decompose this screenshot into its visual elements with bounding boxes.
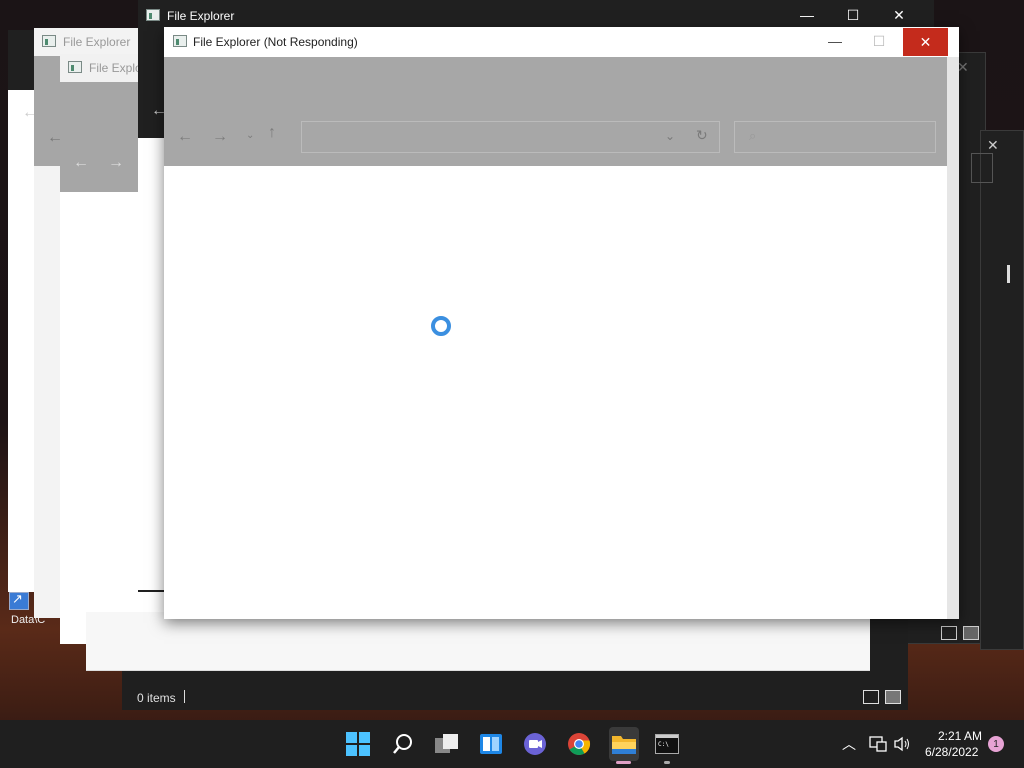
- status-item-count: 0 items: [137, 691, 176, 705]
- search-button[interactable]: [389, 730, 417, 758]
- folder-icon: [612, 736, 636, 754]
- windows-logo-icon: [346, 732, 370, 756]
- maximize-button[interactable]: ☐: [856, 28, 902, 54]
- view-tiles-icon[interactable]: [963, 626, 979, 640]
- back-arrow-icon[interactable]: ←: [177, 128, 193, 146]
- chrome-icon: [568, 733, 591, 755]
- task-view-icon: [435, 734, 458, 753]
- recent-locations-chevron-icon[interactable]: ⌄: [246, 130, 254, 141]
- address-bar[interactable]: ⌄ ↻: [301, 121, 720, 153]
- close-icon[interactable]: ✕: [987, 137, 999, 154]
- loading-spinner: [431, 316, 451, 336]
- teams-chat-button[interactable]: [521, 730, 549, 758]
- refresh-icon[interactable]: ↻: [696, 127, 708, 144]
- chrome-button[interactable]: [565, 730, 593, 758]
- terminal-button[interactable]: C:\: [653, 730, 681, 758]
- right-border-strip: [947, 57, 959, 619]
- explorer-window-back-4: [86, 612, 870, 671]
- content-area: [138, 138, 164, 590]
- shortcut-arrow-icon: ↗: [12, 591, 23, 606]
- forward-arrow-icon[interactable]: →: [212, 128, 228, 146]
- terminal-icon: C:\: [655, 734, 679, 754]
- forward-arrow-icon[interactable]: →: [108, 154, 124, 172]
- notification-count: 1: [993, 738, 999, 750]
- window-title: File Explo: [89, 61, 142, 75]
- minimize-button[interactable]: —: [784, 2, 830, 28]
- back-arrow-icon[interactable]: ←: [73, 154, 89, 172]
- explorer-window-not-responding: File Explorer (Not Responding) — ☐ ✕ ← →…: [164, 27, 959, 619]
- running-app-indicator: [664, 761, 670, 764]
- task-view-button[interactable]: [433, 730, 461, 758]
- chat-icon: [524, 733, 546, 755]
- widgets-icon: [480, 734, 502, 754]
- view-details-icon[interactable]: [941, 626, 957, 640]
- network-icon[interactable]: [869, 736, 887, 752]
- file-explorer-app-icon: [42, 35, 56, 47]
- search-box[interactable]: ⌕: [734, 121, 936, 153]
- file-explorer-app-icon: [173, 35, 187, 47]
- window-title: File Explorer: [63, 35, 131, 49]
- file-explorer-button[interactable]: [609, 727, 639, 761]
- background-window-dark-far-right: ✕: [971, 130, 1024, 650]
- up-arrow-icon[interactable]: ↑: [268, 124, 276, 142]
- file-explorer-app-icon: [68, 61, 82, 73]
- close-button[interactable]: ✕: [876, 2, 922, 28]
- show-hidden-icons-chevron-icon[interactable]: ︿: [842, 734, 856, 754]
- clock-date[interactable]: 6/28/2022: [925, 745, 978, 759]
- scrollbar-thumb[interactable]: [1007, 265, 1010, 283]
- file-explorer-app-icon: [146, 9, 160, 21]
- volume-icon[interactable]: [893, 736, 911, 752]
- maximize-button[interactable]: ☐: [830, 2, 876, 28]
- widgets-button[interactable]: [477, 730, 505, 758]
- desktop-shortcut-icon[interactable]: ↗: [9, 591, 29, 610]
- search-icon: ⌕: [749, 128, 757, 143]
- svg-text:C:\: C:\: [658, 741, 669, 748]
- active-app-indicator: [616, 761, 631, 764]
- window-title: File Explorer (Not Responding): [193, 35, 358, 49]
- notification-badge[interactable]: 1: [988, 736, 1004, 752]
- status-separator: [184, 690, 185, 703]
- window-title: File Explorer: [167, 9, 235, 23]
- close-button[interactable]: ✕: [903, 28, 948, 56]
- start-button[interactable]: [344, 730, 372, 758]
- address-field-edge: [971, 153, 993, 183]
- view-tiles-icon[interactable]: [885, 690, 901, 704]
- minimize-button[interactable]: —: [812, 28, 858, 54]
- view-details-icon[interactable]: [863, 690, 879, 704]
- address-dropdown-icon[interactable]: ⌄: [665, 129, 675, 143]
- clock-time[interactable]: 2:21 AM: [938, 729, 982, 743]
- search-icon: [393, 734, 412, 754]
